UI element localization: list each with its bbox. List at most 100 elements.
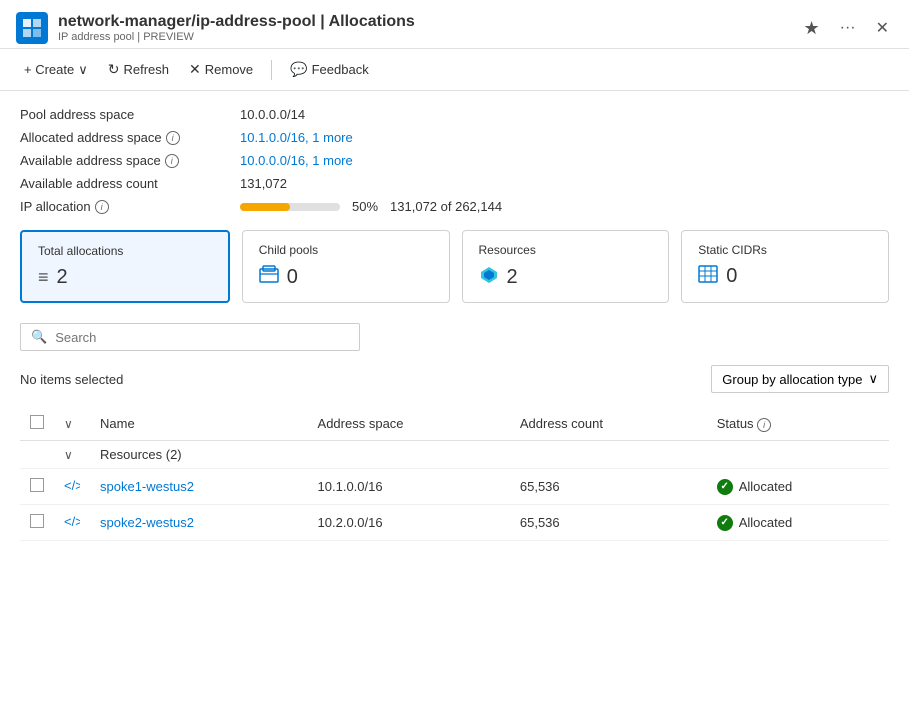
- more-button[interactable]: ···: [836, 15, 860, 41]
- row1-resource-icon: </>: [64, 480, 80, 496]
- refresh-button[interactable]: ↻ Refresh: [100, 57, 177, 82]
- page-title: network-manager/ip-address-pool | Alloca…: [58, 13, 415, 31]
- card-total-value: ≡ 2: [38, 266, 212, 289]
- row2-status-dot: [717, 515, 733, 531]
- allocated-info-icon[interactable]: i: [166, 131, 180, 145]
- ip-allocation-info-icon[interactable]: i: [95, 200, 109, 214]
- toolbar-separator: [271, 60, 272, 80]
- card-resources-icon: [479, 265, 499, 290]
- progress-detail: 131,072 of 262,144: [390, 199, 502, 214]
- card-static-value: 0: [698, 265, 872, 288]
- row2-icon-cell: </>: [54, 505, 90, 541]
- group-row-resources: ∨ Resources (2): [20, 441, 889, 469]
- card-static-cidrs[interactable]: Static CIDRs 0: [681, 230, 889, 303]
- row2-checkbox[interactable]: [30, 514, 44, 528]
- feedback-icon: 💬: [290, 61, 307, 78]
- available-info-icon[interactable]: i: [165, 154, 179, 168]
- ip-allocation-label: IP allocation i: [20, 199, 240, 214]
- remove-icon: ✕: [189, 61, 201, 78]
- feedback-label: Feedback: [312, 62, 369, 77]
- col-status-header: Status i: [707, 407, 889, 441]
- row2-name[interactable]: spoke2-westus2: [100, 515, 194, 530]
- col-address-space-header: Address space: [308, 407, 510, 441]
- refresh-label: Refresh: [123, 62, 169, 77]
- available-address-count-value: 131,072: [240, 176, 889, 191]
- card-child-icon: [259, 265, 279, 290]
- close-button[interactable]: ✕: [872, 14, 893, 42]
- svg-text:</>: </>: [64, 478, 80, 493]
- card-child-value: 0: [259, 265, 433, 290]
- row2-check-cell: [20, 505, 54, 541]
- card-total-number: 2: [57, 266, 68, 289]
- row1-status-label: Allocated: [739, 479, 792, 494]
- row1-icon-cell: </>: [54, 469, 90, 505]
- filter-row: No items selected Group by allocation ty…: [20, 365, 889, 393]
- card-resources[interactable]: Resources 2: [462, 230, 670, 303]
- progress-bar-fill: [240, 203, 290, 211]
- page-subtitle: IP address pool | PREVIEW: [58, 31, 415, 43]
- card-static-title: Static CIDRs: [698, 243, 872, 257]
- ip-allocation-row: 50% 131,072 of 262,144: [240, 199, 889, 214]
- card-resources-title: Resources: [479, 243, 653, 257]
- group-label: Resources (2): [90, 441, 889, 469]
- pool-address-space-value: 10.0.0.0/14: [240, 107, 889, 122]
- row2-status: Allocated: [707, 505, 889, 541]
- group-chevron[interactable]: ∨: [64, 448, 73, 462]
- col-checkbox: [20, 407, 54, 441]
- main-content: Pool address space 10.0.0.0/14 Allocated…: [0, 91, 909, 694]
- col-expand: ∨: [54, 407, 90, 441]
- available-address-count-label: Available address count: [20, 176, 240, 191]
- title-bar: network-manager/ip-address-pool | Alloca…: [0, 0, 909, 49]
- title-text: network-manager/ip-address-pool | Alloca…: [58, 13, 415, 43]
- remove-button[interactable]: ✕ Remove: [181, 57, 261, 82]
- group-by-button[interactable]: Group by allocation type ∨: [711, 365, 889, 393]
- row1-name[interactable]: spoke1-westus2: [100, 479, 194, 494]
- row2-status-badge: Allocated: [717, 515, 879, 531]
- group-by-chevron: ∨: [868, 371, 878, 387]
- feedback-button[interactable]: 💬 Feedback: [282, 57, 377, 82]
- row1-checkbox[interactable]: [30, 478, 44, 492]
- card-total-allocations[interactable]: Total allocations ≡ 2: [20, 230, 230, 303]
- group-check-cell: [20, 441, 54, 469]
- row1-status-dot: [717, 479, 733, 495]
- col-name-header: Name: [90, 407, 308, 441]
- allocated-address-space-value[interactable]: 10.1.0.0/16, 1 more: [240, 130, 889, 145]
- summary-cards: Total allocations ≡ 2 Child pools 0 R: [20, 230, 889, 303]
- card-static-number: 0: [726, 265, 737, 288]
- row1-status: Allocated: [707, 469, 889, 505]
- status-info-icon[interactable]: i: [757, 418, 771, 432]
- group-expand-cell[interactable]: ∨: [54, 441, 90, 469]
- card-resources-value: 2: [479, 265, 653, 290]
- search-input[interactable]: [55, 330, 349, 345]
- row2-name-cell[interactable]: spoke2-westus2: [90, 505, 308, 541]
- toolbar: + Create ∨ ↻ Refresh ✕ Remove 💬 Feedback: [0, 49, 909, 91]
- row2-status-label: Allocated: [739, 515, 792, 530]
- card-child-title: Child pools: [259, 243, 433, 257]
- expand-chevron[interactable]: ∨: [64, 417, 73, 431]
- card-total-icon: ≡: [38, 267, 49, 288]
- row1-status-badge: Allocated: [717, 479, 879, 495]
- app-icon: [16, 12, 48, 44]
- star-button[interactable]: ★: [799, 14, 823, 43]
- card-resources-number: 2: [507, 266, 518, 289]
- row2-address-count: 65,536: [510, 505, 707, 541]
- info-panel: Pool address space 10.0.0.0/14 Allocated…: [20, 107, 889, 214]
- col-address-count-header: Address count: [510, 407, 707, 441]
- row2-resource-icon: </>: [64, 516, 80, 532]
- card-static-icon: [698, 265, 718, 288]
- search-icon: 🔍: [31, 329, 47, 345]
- card-child-number: 0: [287, 266, 298, 289]
- progress-percent: 50%: [352, 199, 378, 214]
- table-header-row: ∨ Name Address space Address count Statu…: [20, 407, 889, 441]
- search-bar[interactable]: 🔍: [20, 323, 360, 351]
- card-total-title: Total allocations: [38, 244, 212, 258]
- available-address-space-value[interactable]: 10.0.0.0/16, 1 more: [240, 153, 889, 168]
- select-all-checkbox[interactable]: [30, 415, 44, 429]
- table-row: </> spoke1-westus2 10.1.0.0/16 65,536 Al…: [20, 469, 889, 505]
- card-child-pools[interactable]: Child pools 0: [242, 230, 450, 303]
- create-button[interactable]: + Create ∨: [16, 58, 96, 82]
- row1-check-cell: [20, 469, 54, 505]
- table-row: </> spoke2-westus2 10.2.0.0/16 65,536 Al…: [20, 505, 889, 541]
- create-label: + Create: [24, 62, 74, 77]
- row1-name-cell[interactable]: spoke1-westus2: [90, 469, 308, 505]
